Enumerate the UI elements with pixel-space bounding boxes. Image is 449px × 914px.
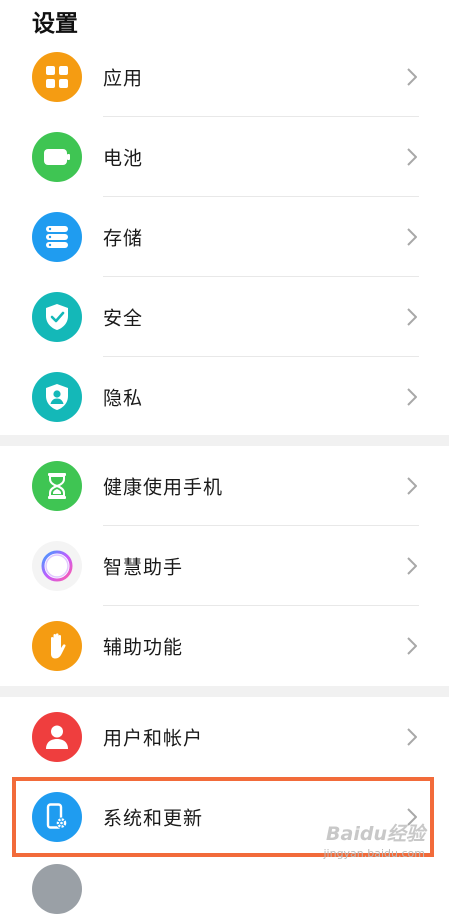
storage-icon (32, 212, 82, 262)
settings-item-label: 应用 (103, 67, 144, 90)
settings-item-label: 健康使用手机 (103, 476, 224, 499)
chevron-right-icon (407, 637, 417, 655)
settings-item-label: 系统和更新 (103, 807, 204, 830)
system-update-icon (32, 792, 82, 842)
watermark-brand: Baidu经验 (326, 823, 425, 846)
settings-item-security[interactable]: 安全 (0, 277, 449, 357)
chevron-right-icon (407, 308, 417, 326)
settings-item-users-accounts[interactable]: 用户和帐户 (0, 697, 449, 777)
settings-item-label: 辅助功能 (103, 636, 184, 659)
chevron-right-icon (407, 728, 417, 746)
settings-item-assistant[interactable]: 智慧助手 (0, 526, 449, 606)
settings-item-label: 智慧助手 (103, 556, 184, 579)
shield-icon (32, 292, 82, 342)
assistant-icon (32, 541, 82, 591)
chevron-right-icon (407, 388, 417, 406)
chevron-right-icon (407, 68, 417, 86)
chevron-right-icon (407, 148, 417, 166)
user-icon (32, 712, 82, 762)
privacy-icon (32, 372, 82, 422)
chevron-right-icon (407, 228, 417, 246)
settings-item-storage[interactable]: 存储 (0, 197, 449, 277)
settings-item-label: 存储 (103, 227, 144, 250)
settings-item-battery[interactable]: 电池 (0, 117, 449, 197)
battery-icon (32, 132, 82, 182)
settings-item-label: 电池 (103, 147, 144, 170)
settings-item-label: 用户和帐户 (103, 727, 204, 750)
settings-item-privacy[interactable]: 隐私 (0, 357, 449, 437)
chevron-right-icon (407, 557, 417, 575)
section-separator (0, 435, 449, 446)
hand-icon (32, 621, 82, 671)
settings-item-digital-balance[interactable]: 健康使用手机 (0, 446, 449, 526)
settings-group-1: 应用 电池 存储 安全 隐私 (0, 37, 449, 437)
hourglass-icon (32, 461, 82, 511)
apps-icon (32, 52, 82, 102)
page-title: 设置 (32, 11, 78, 37)
settings-item-accessibility[interactable]: 辅助功能 (0, 606, 449, 686)
watermark-url: jingyan.baidu.com (323, 846, 425, 860)
settings-item-label: 隐私 (103, 387, 144, 410)
chevron-right-icon (407, 477, 417, 495)
watermark: Baidu经验 jingyan.baidu.com (323, 822, 425, 861)
settings-item-apps[interactable]: 应用 (0, 37, 449, 117)
settings-group-2: 健康使用手机 智慧助手 辅助功能 (0, 446, 449, 686)
section-separator (0, 686, 449, 697)
next-item-icon-partial (32, 864, 82, 914)
settings-item-label: 安全 (103, 307, 144, 330)
